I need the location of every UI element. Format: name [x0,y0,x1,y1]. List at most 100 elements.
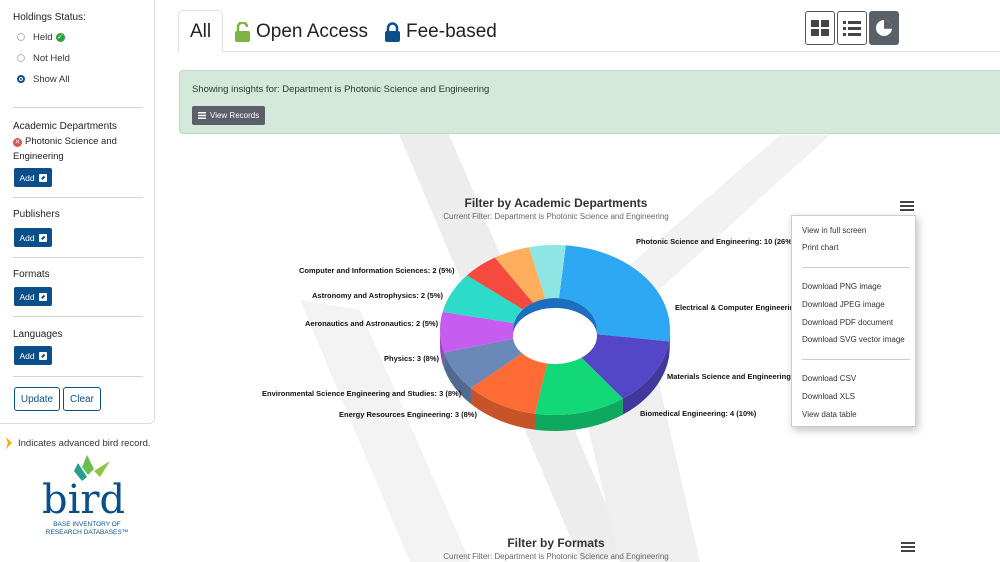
divider [13,197,143,198]
pie-slice-7[interactable] [466,257,534,310]
active-department-filter[interactable]: ✕ Photonic Science and Engineering [13,134,133,164]
chart-title: Filter by Academic Departments [464,196,648,210]
add-label: Add [19,350,35,361]
add-format-button[interactable]: Add [14,287,52,306]
publishers-label: Publishers [13,209,60,220]
radio-button[interactable] [17,33,25,41]
tab-label: All [190,20,212,42]
tab-all[interactable]: All [178,10,224,53]
menu-download-csv[interactable]: Download CSV [802,374,856,383]
advanced-bird-icon [6,437,12,449]
chart-export-menu: View in full screen Print chart Download… [791,215,916,427]
slice-side-2 [535,398,623,431]
menu-view-data-table[interactable]: View data table [802,410,857,419]
logo-tagline-2: RESEARCH DATABASES™ [46,529,128,536]
list-view-icon [843,21,861,36]
bird-logo: bird BASE INVENTORY OF RESEARCH DATABASE… [42,455,128,536]
radio-button[interactable] [17,54,25,62]
slice-side-1 [622,341,669,415]
pie-label-photonic: Photonic Science and Engineering: 10 (26… [636,237,795,246]
unlocked-icon [235,21,250,42]
grid-view-button[interactable] [805,11,835,45]
insights-text: Showing insights for: Department is Phot… [192,84,490,95]
pie-label-biomedical: Biomedical Engineering: 4 (10%) [640,409,757,418]
pie-slice-6[interactable] [442,275,523,324]
pie-label-environmental: Environmental Science Engineering and St… [262,389,462,398]
view-records-label: View Records [210,111,260,120]
menu-divider [802,267,910,268]
slice-side-0 [668,330,670,358]
menu-download-jpeg[interactable]: Download JPEG image [802,300,885,309]
add-language-button[interactable]: Add [14,346,52,365]
pie-label-aeronautics: Aeronautics and Astronautics: 2 (5%) [305,319,439,328]
tab-fee-based[interactable]: Fee-based [384,10,497,53]
donut-hole [513,308,597,364]
formats-label: Formats [13,269,50,280]
logo-wordmark: bird [42,477,125,523]
grid-view-icon [811,20,829,36]
filter-sidebar: Holdings Status: Held ✓ Not Held Show Al… [0,0,155,424]
pie-slice-8[interactable] [494,247,546,303]
radio-label: Show All [33,73,70,85]
pie-chart-view-icon [876,20,892,36]
add-publisher-button[interactable]: Add [14,228,52,247]
slice-side-5 [440,330,445,369]
pie-slice-5[interactable] [439,311,515,353]
menu-view-fullscreen[interactable]: View in full screen [802,226,866,235]
holdings-status-label: Holdings Status: [13,12,86,23]
academic-departments-label: Academic Departments [13,121,117,132]
divider [13,257,143,258]
pie-slice-2[interactable] [535,355,623,415]
tab-open-access[interactable]: Open Access [234,10,368,53]
add-label: Add [19,291,35,302]
chart-view-button[interactable] [869,11,899,45]
add-label: Add [19,232,35,243]
chart-title: Filter by Formats [507,536,605,550]
divider [13,316,143,317]
pie-label-electrical: Electrical & Computer Engineering [675,303,799,312]
lock-icon [385,21,400,42]
pie-slice-1[interactable] [579,334,669,399]
menu-download-pdf[interactable]: Download PDF document [802,318,893,327]
remove-filter-icon[interactable]: ✕ [13,138,22,147]
chart-subtitle: Current Filter: Department is Photonic S… [443,212,669,221]
advanced-note-text: Indicates advanced bird record. [18,437,151,449]
view-records-button[interactable]: View Records [192,106,266,125]
pie-slice-9[interactable] [529,245,566,299]
menu-download-svg[interactable]: Download SVG vector image [802,335,905,344]
clear-button[interactable]: Clear [63,387,101,411]
languages-label: Languages [13,329,63,340]
logo-tagline-1: BASE INVENTORY OF [53,521,121,528]
update-button[interactable]: Update [14,387,60,411]
pie-slice-3[interactable] [470,351,548,414]
list-icon [198,112,206,119]
external-link-icon [38,292,47,301]
tab-label: Fee-based [406,20,497,42]
chart-menu-icon[interactable] [901,542,915,552]
pie-label-astronomy: Astronomy and Astrophysics: 2 (5%) [312,291,443,300]
advanced-record-note: Indicates advanced bird record. [6,437,151,449]
active-filter-label: Photonic Science and Engineering [13,136,117,162]
divider [13,107,143,108]
radio-show-all[interactable]: Show All [13,72,144,86]
add-label: Add [19,172,35,183]
pie-label-physics: Physics: 3 (8%) [384,354,440,363]
pie-slice-4[interactable] [444,338,525,389]
pie-label-materials: Materials Science and Engineering: 5 [667,372,800,381]
radio-button-selected[interactable] [17,75,25,83]
external-link-icon [38,173,47,182]
slice-side-3 [470,388,536,430]
menu-print-chart[interactable]: Print chart [802,243,838,252]
radio-held[interactable]: Held ✓ [13,30,144,44]
add-department-button[interactable]: Add [14,168,52,187]
external-link-icon [38,233,47,242]
pie-label-computer: Computer and Information Sciences: 2 (5%… [299,266,455,275]
radio-not-held[interactable]: Not Held [13,51,144,65]
menu-download-xls[interactable]: Download XLS [802,392,855,401]
pie-slice-0[interactable] [558,245,670,342]
list-view-button[interactable] [837,11,867,45]
menu-download-png[interactable]: Download PNG image [802,282,881,291]
chart-menu-icon[interactable] [900,201,914,211]
menu-divider [802,359,910,360]
pie-label-energy: Energy Resources Engineering: 3 (8%) [339,410,477,419]
